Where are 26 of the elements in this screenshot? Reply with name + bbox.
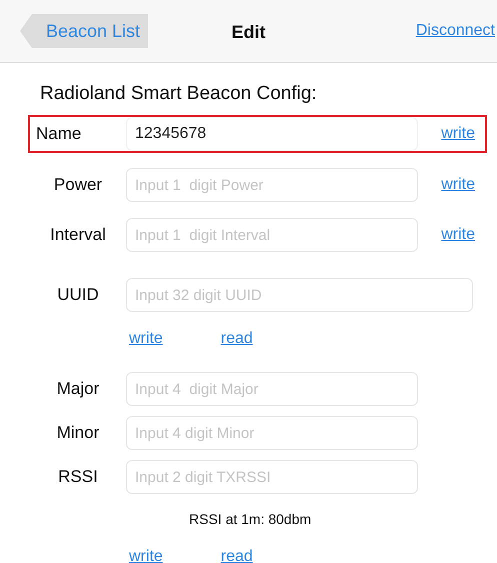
field-label: Major (56, 379, 100, 399)
field-label: Interval (49, 225, 107, 245)
section-heading: Radioland Smart Beacon Config: (40, 83, 317, 105)
input-field[interactable]: Input 4 digit Major (126, 372, 418, 406)
action-link[interactable]: write (129, 330, 163, 348)
field-label: Power (52, 175, 104, 195)
action-link[interactable]: write (129, 548, 163, 563)
input-field[interactable]: Input 32 digit UUID (126, 278, 473, 312)
input-field[interactable]: Input 1 digit Interval (126, 218, 418, 252)
input-field[interactable]: Input 1 digit Power (126, 168, 418, 202)
action-link[interactable]: read (220, 330, 253, 348)
write-link[interactable]: write (441, 226, 475, 244)
field-label: Minor (56, 423, 100, 443)
field-label: Name (35, 124, 82, 144)
screen-title: Edit (232, 22, 266, 43)
input-field[interactable]: Input 2 digit TXRSSI (126, 460, 418, 494)
action-link[interactable]: read (220, 548, 253, 563)
disconnect-link[interactable]: Disconnect (416, 22, 495, 40)
rssi-note: RSSI at 1m: 80dbm (189, 511, 312, 527)
write-link[interactable]: write (441, 125, 475, 143)
field-label: UUID (56, 285, 100, 305)
input-field[interactable]: 12345678 (126, 117, 418, 151)
back-button[interactable]: Beacon List (20, 14, 148, 48)
write-link[interactable]: write (441, 176, 475, 194)
input-field[interactable]: Input 4 digit Minor (126, 416, 418, 450)
field-label: RSSI (57, 467, 99, 487)
